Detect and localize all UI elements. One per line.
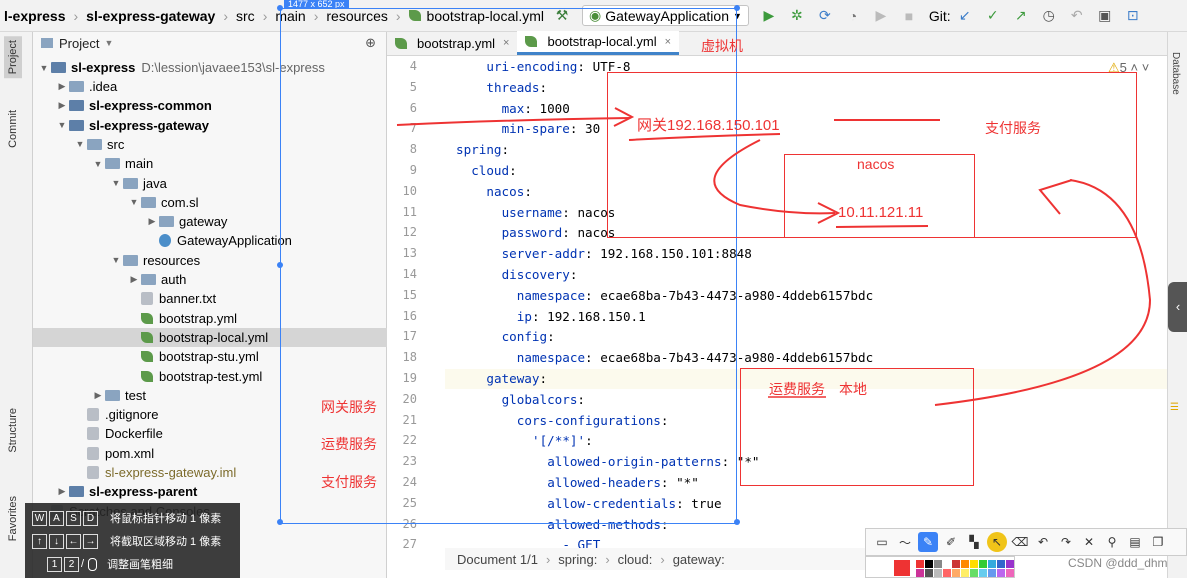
- line-tool-icon[interactable]: 〜: [895, 532, 915, 552]
- watermark: CSDN @ddd_dhm: [1068, 556, 1168, 570]
- arrow-head-icon: [613, 107, 635, 127]
- cursor-tool-icon[interactable]: ↖: [987, 532, 1007, 552]
- color-swatch[interactable]: [961, 560, 969, 568]
- color-swatch[interactable]: [961, 569, 969, 577]
- pin-icon[interactable]: ⚲: [1102, 532, 1122, 552]
- color-swatch[interactable]: [952, 569, 960, 577]
- color-swatch[interactable]: [934, 560, 942, 568]
- save-icon[interactable]: ▤: [1125, 532, 1145, 552]
- eraser-icon[interactable]: ⌫: [1010, 532, 1030, 552]
- annotation-arrows: [396, 107, 1152, 406]
- color-swatch[interactable]: [916, 560, 924, 568]
- underline-nacos-ip: [835, 225, 929, 228]
- redo-icon[interactable]: ↷: [1056, 532, 1076, 552]
- color-swatch[interactable]: [943, 569, 951, 577]
- color-swatch[interactable]: [988, 560, 996, 568]
- annotation-toolbar: ▭ 〜 ✎ ✐ ▚ ↖ ⌫ ↶ ↷ ✕ ⚲ ▤ ❐: [865, 528, 1187, 556]
- color-swatch[interactable]: [979, 560, 987, 568]
- hint-row: 1 2/ 调整画笔粗细: [47, 556, 173, 572]
- color-palette[interactable]: [865, 556, 1015, 578]
- marker-tool-icon[interactable]: ✐: [941, 532, 961, 552]
- arrow-gateway-to-nacos: [713, 139, 836, 215]
- color-swatch[interactable]: [970, 569, 978, 577]
- color-swatch[interactable]: [925, 560, 933, 568]
- hint-row: ↑ ↓ ← → 将截取区域移动 1 像素: [32, 533, 221, 549]
- mosaic-tool-icon[interactable]: ▚: [964, 532, 984, 552]
- color-swatch[interactable]: [1006, 560, 1014, 568]
- arrow-left-to-gateway: [396, 117, 631, 126]
- color-swatch[interactable]: [988, 569, 996, 577]
- undo-icon[interactable]: ↶: [1033, 532, 1053, 552]
- hint-row: WASD 将鼠标指针移动 1 像素: [32, 510, 221, 526]
- color-swatch[interactable]: [970, 560, 978, 568]
- screenshot-root: l-express › sl-express-gateway › src › m…: [0, 0, 1187, 578]
- color-swatch[interactable]: [997, 560, 1005, 568]
- color-swatch[interactable]: [943, 560, 951, 568]
- capture-key-hints: WASD 将鼠标指针移动 1 像素 ↑ ↓ ← → 将截取区域移动 1 像素 1 2/ …: [25, 503, 240, 578]
- underline-gateway: [628, 133, 781, 141]
- mouse-wheel-icon: [88, 557, 98, 571]
- shape-tool-icon[interactable]: ▭: [872, 532, 892, 552]
- current-color-swatch[interactable]: [894, 560, 910, 576]
- color-swatch[interactable]: [1006, 569, 1014, 577]
- arrow-local-to-nacos: [934, 179, 1152, 406]
- color-swatch[interactable]: [979, 569, 987, 577]
- cancel-icon[interactable]: ✕: [1079, 532, 1099, 552]
- color-swatch[interactable]: [925, 569, 933, 577]
- color-swatch[interactable]: [952, 560, 960, 568]
- pen-tool-icon[interactable]: ✎: [918, 532, 938, 552]
- color-swatch[interactable]: [916, 569, 924, 577]
- color-swatch[interactable]: [934, 569, 942, 577]
- color-swatch[interactable]: [997, 569, 1005, 577]
- arrow-head-icon: [1038, 179, 1073, 215]
- copy-icon[interactable]: ❐: [1148, 532, 1168, 552]
